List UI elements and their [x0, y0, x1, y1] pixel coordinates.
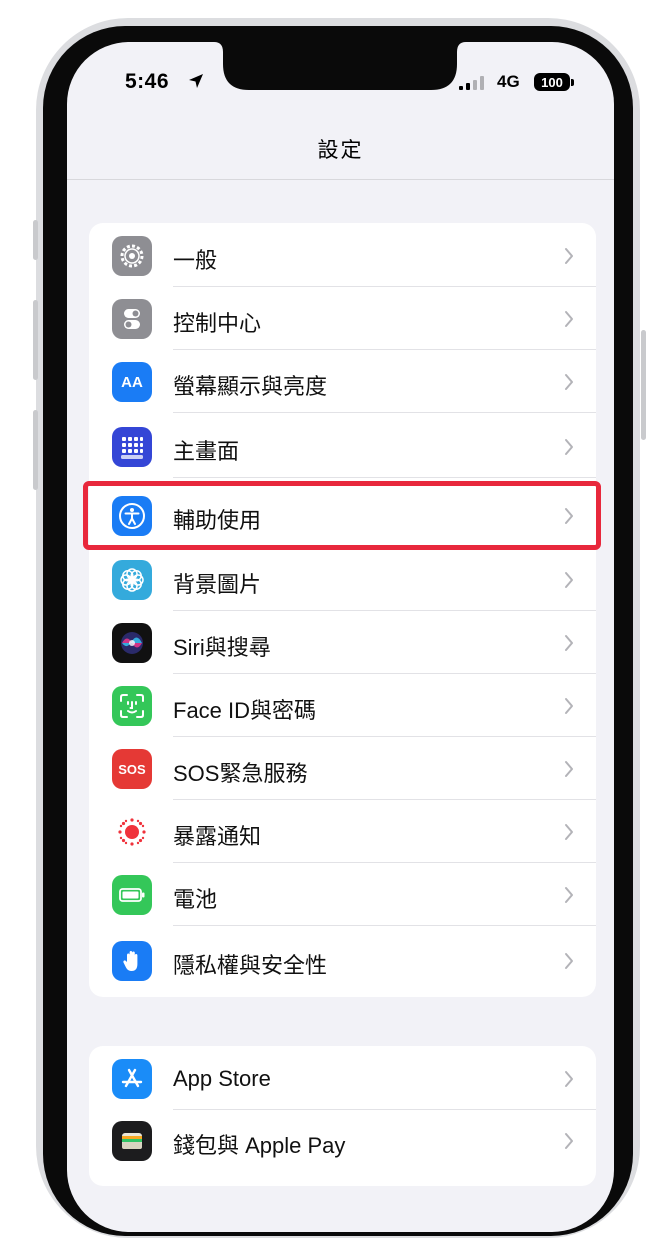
- exposure-icon: [112, 812, 152, 852]
- row-divider: [173, 610, 596, 611]
- chevron-right-icon: [565, 953, 573, 969]
- cellular-signal-icon: [459, 76, 484, 90]
- battery-icon: 100: [534, 73, 570, 91]
- toggles-icon: [112, 299, 152, 339]
- settings-row-app-store[interactable]: App Store: [89, 1048, 596, 1110]
- settings-row-label: 主畫面: [173, 439, 240, 464]
- row-divider: [173, 799, 596, 800]
- silent-switch: [33, 220, 38, 260]
- volume-up-button: [33, 300, 38, 380]
- chevron-right-icon: [565, 698, 573, 714]
- row-divider: [173, 349, 596, 350]
- settings-row-label: App Store: [173, 1066, 271, 1091]
- row-divider: [173, 286, 596, 287]
- battery-level: 100: [541, 74, 563, 90]
- screen: 5:46 4G 100 設定 一般 控制中心 AA 螢幕顯示與亮度 主畫面 輔助…: [67, 42, 614, 1232]
- settings-row-label: 背景圖片: [173, 572, 262, 597]
- settings-row-label: SOS緊急服務: [173, 761, 308, 786]
- settings-row-label: 錢包與 Apple Pay: [173, 1133, 346, 1158]
- status-bar: 5:46 4G 100: [67, 42, 614, 122]
- row-divider: [173, 736, 596, 737]
- settings-row-label: 一般: [173, 248, 218, 273]
- row-divider: [173, 673, 596, 674]
- settings-row-wallpaper[interactable]: 背景圖片: [89, 549, 596, 611]
- settings-row-exposure-notifications[interactable]: 暴露通知: [89, 801, 596, 863]
- chevron-right-icon: [565, 572, 573, 588]
- page-title: 設定: [317, 139, 364, 162]
- settings-row-display-brightness[interactable]: AA 螢幕顯示與亮度: [89, 351, 596, 413]
- home-grid-icon: [112, 427, 152, 467]
- chevron-right-icon: [565, 887, 573, 903]
- settings-row-label: Face ID與密碼: [173, 698, 317, 723]
- hand-icon: [112, 941, 152, 981]
- app-store-icon: [112, 1059, 152, 1099]
- settings-row-face-id-passcode[interactable]: Face ID與密碼: [89, 675, 596, 737]
- chevron-right-icon: [565, 439, 573, 455]
- settings-row-control-center[interactable]: 控制中心: [89, 288, 596, 350]
- settings-row-siri-search[interactable]: Siri與搜尋: [89, 612, 596, 674]
- face-id-icon: [112, 686, 152, 726]
- settings-row-general[interactable]: 一般: [89, 225, 596, 287]
- siri-icon: [112, 623, 152, 663]
- settings-group-main: 一般 控制中心 AA 螢幕顯示與亮度 主畫面 輔助使用 背景圖片 Siri與搜尋…: [89, 223, 596, 997]
- row-divider: [173, 477, 596, 478]
- sos-icon: SOS: [112, 749, 152, 789]
- battery-cap: [571, 79, 574, 86]
- gear-icon: [112, 236, 152, 276]
- chevron-right-icon: [565, 1071, 573, 1087]
- sos-icon-text: SOS: [118, 761, 146, 777]
- chevron-right-icon: [565, 761, 573, 777]
- chevron-right-icon: [565, 248, 573, 264]
- row-divider: [173, 412, 596, 413]
- settings-group-store: App Store 錢包與 Apple Pay: [89, 1046, 596, 1186]
- settings-row-emergency-sos[interactable]: SOS SOS緊急服務: [89, 738, 596, 800]
- settings-row-label: 隱私權與安全性: [173, 953, 328, 978]
- settings-row-label: Siri與搜尋: [173, 635, 271, 660]
- chevron-right-icon: [565, 824, 573, 840]
- settings-row-label: 螢幕顯示與亮度: [173, 374, 328, 399]
- chevron-right-icon: [565, 635, 573, 651]
- settings-row-label: 暴露通知: [173, 824, 262, 849]
- location-arrow-icon: [189, 74, 203, 88]
- highlight-box-accessibility: [83, 481, 601, 550]
- settings-row-privacy-security[interactable]: 隱私權與安全性: [89, 930, 596, 992]
- battery-icon: [112, 875, 152, 915]
- row-divider: [173, 925, 596, 926]
- text-size-icon: AA: [112, 362, 152, 402]
- chevron-right-icon: [565, 1133, 573, 1149]
- wallpaper-flower-icon: [112, 560, 152, 600]
- nav-divider: [67, 179, 614, 180]
- row-divider: [173, 862, 596, 863]
- settings-row-wallet-apple-pay[interactable]: 錢包與 Apple Pay: [89, 1110, 596, 1172]
- volume-down-button: [33, 410, 38, 490]
- chevron-right-icon: [565, 374, 573, 390]
- network-type: 4G: [497, 72, 520, 91]
- status-time: 5:46: [125, 70, 170, 93]
- power-button: [641, 330, 646, 440]
- settings-row-label: 電池: [173, 887, 218, 912]
- settings-row-home-screen[interactable]: 主畫面: [89, 416, 596, 478]
- wallet-icon: [112, 1121, 152, 1161]
- settings-row-label: 控制中心: [173, 311, 262, 336]
- settings-row-battery[interactable]: 電池: [89, 864, 596, 926]
- chevron-right-icon: [565, 311, 573, 327]
- text-size-icon-glyph: AA: [121, 373, 143, 391]
